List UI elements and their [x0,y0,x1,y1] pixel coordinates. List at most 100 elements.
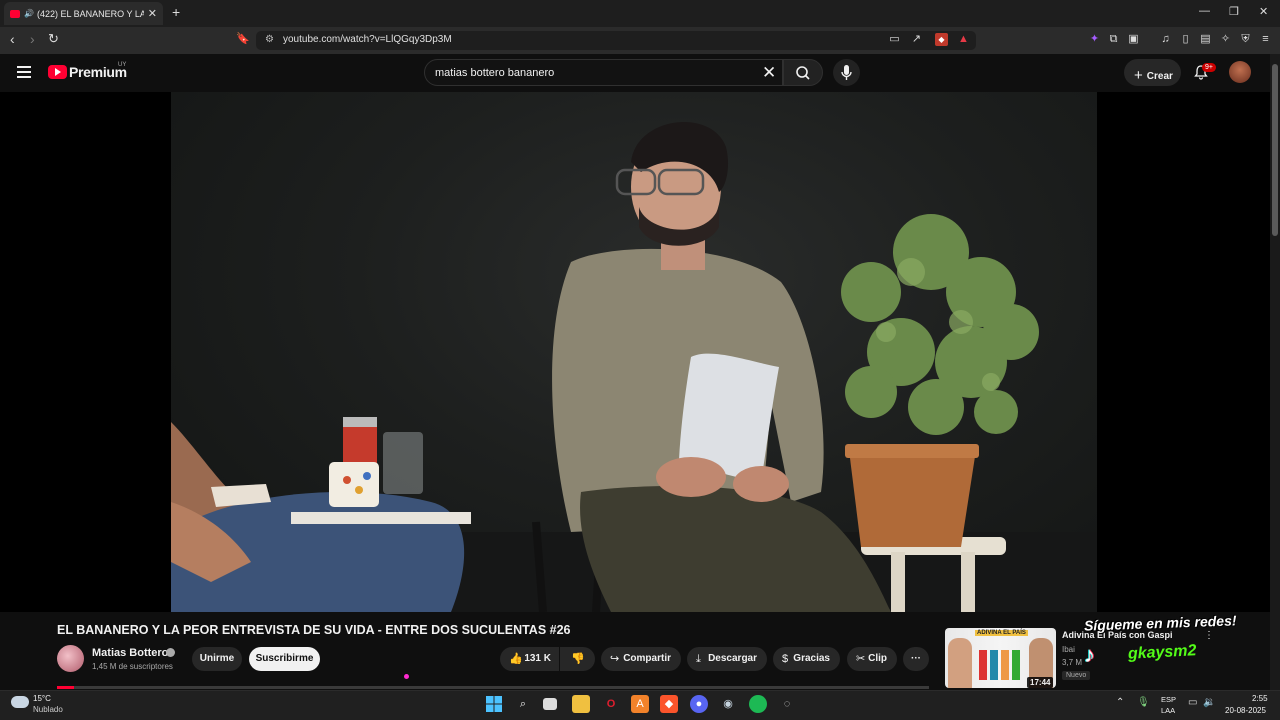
sidebar-icon[interactable]: ▯ [1179,33,1192,46]
input-layout[interactable]: LAA [1161,706,1175,715]
browser-tab[interactable]: 🔊 (422) EL BANANERO Y LA PE ✕ [4,2,163,25]
start-button[interactable] [485,695,503,713]
thumbs-up-icon: 👍 [509,653,523,665]
spotify-icon[interactable] [749,695,767,713]
microphone-icon [841,65,852,80]
search-taskbar-icon[interactable]: ⌕ [514,695,532,713]
country-code: UY [118,62,127,68]
share-page-icon[interactable]: ↗ [910,33,923,46]
verified-badge-icon [166,648,175,657]
share-label: Compartir [623,653,671,664]
create-label: Crear [1146,71,1173,82]
file-explorer-icon[interactable] [572,695,590,713]
youtube-logo-icon[interactable] [48,65,67,79]
dislike-button[interactable]: 👎 [560,647,595,671]
share-icon: ↪ [610,653,620,665]
reload-icon[interactable]: ↻ [48,31,59,47]
search-button[interactable] [783,59,823,86]
create-button[interactable]: + Crear [1124,59,1181,86]
thumbs-down-icon: 👎 [571,653,585,665]
extensions-icon[interactable]: ⧉ [1107,33,1120,46]
browser-menu-icon[interactable]: ≡ [1259,33,1272,46]
subscribe-button[interactable]: Suscribirme [249,647,320,671]
forward-icon[interactable]: › [30,31,35,47]
scrollbar-thumb[interactable] [1272,64,1278,236]
url-text: youtube.com/watch?v=LlQGqy3Dp3M [283,34,452,45]
bookmark-icon[interactable]: 🔖 [236,32,250,45]
weather-temperature[interactable]: 15°C [33,694,51,703]
tray-overflow-icon[interactable]: ⌃ [1116,697,1124,708]
recommendation-thumb-text: ADIVINA EL PAÍS [975,630,1028,636]
brave-icon[interactable]: ◆ [660,695,678,713]
download-label: Descargar [708,653,757,664]
account-avatar[interactable] [1229,61,1251,83]
vpn-icon[interactable]: ⛨ [1239,33,1252,46]
audio-icon: 🔊 [24,9,34,18]
channel-avatar[interactable] [57,645,84,672]
microphone-tray-icon[interactable]: 🎙 [1137,697,1150,708]
like-button[interactable]: 👍 131 K [500,647,559,671]
search-icon [796,66,810,80]
notification-count-badge: 9+ [1202,63,1216,72]
recommendation-channel: Ibai [1062,645,1075,654]
voice-search-button[interactable] [833,59,860,86]
video-frame[interactable] [171,92,1097,612]
media-icon[interactable]: ♫ [1159,33,1172,46]
url-field[interactable]: ⚙ youtube.com/watch?v=LlQGqy3Dp3M [256,31,976,50]
new-badge: Nuevo [1062,671,1091,680]
volume-icon[interactable]: 🔉 [1203,697,1215,708]
recommendation-duration: 17:44 [1027,677,1054,688]
brave-rewards-icon[interactable]: ▲ [957,33,970,46]
task-view-icon[interactable] [543,698,557,710]
maximize-icon[interactable]: ❐ [1229,5,1239,18]
close-window-icon[interactable]: ✕ [1259,5,1268,18]
clip-label: Clip [868,653,887,664]
screenshot-icon[interactable]: ▣ [1127,33,1140,46]
tiktok-logo-icon: ♪ [1084,642,1095,667]
thanks-button[interactable]: $ Gracias [773,647,840,671]
clock-date[interactable]: 20-08-2025 [1225,706,1266,715]
windows-logo-icon [486,696,502,712]
join-button[interactable]: Unirme [192,647,242,671]
guide-menu-icon[interactable] [17,66,31,78]
more-actions-button[interactable]: ··· [903,647,929,671]
minimize-icon[interactable]: — [1199,5,1210,17]
discord-icon[interactable]: ● [690,695,708,713]
download-icon: ⤓ [696,653,701,665]
recommendation-views: 3,7 M [1062,658,1083,667]
channel-name[interactable]: Matias Bottero [92,647,168,659]
search-input[interactable]: matias bottero bananero [424,59,783,86]
brave-shield-icon[interactable]: ◆ [935,33,948,46]
network-icon[interactable]: ▭ [1188,697,1197,708]
steam-icon[interactable]: ◉ [719,695,737,713]
subscriber-count: 1,45 M de suscriptores [92,662,173,671]
affinity-icon[interactable]: A [631,695,649,713]
recommendation-menu-icon[interactable]: ⋮ [1204,630,1214,641]
clock-time[interactable]: 2:55 [1252,694,1268,703]
clear-search-icon[interactable]: ✕ [762,63,776,83]
cloud-icon[interactable] [11,696,29,708]
input-language[interactable]: ESP [1161,695,1176,704]
progress-fill [57,686,75,689]
new-tab-button[interactable]: + [172,4,180,20]
cast-icon[interactable]: ▭ [888,33,901,46]
app-icon[interactable]: ◌ [778,695,796,713]
progress-track[interactable] [57,686,929,689]
kick-handle: gkaysm2 [1127,642,1197,663]
weather-condition[interactable]: Nublado [33,705,63,714]
share-button[interactable]: ↪ Compartir [601,647,681,671]
youtube-favicon-icon [10,9,20,18]
wallet-icon[interactable]: ▤ [1199,33,1212,46]
plus-icon: + [1134,67,1143,84]
clip-button[interactable]: ✂ Clip [847,647,897,671]
video-scene-image [171,121,1097,612]
back-icon[interactable]: ‹ [10,31,15,47]
tab-close-icon[interactable]: ✕ [148,7,157,20]
opera-icon[interactable]: O [602,695,620,713]
ai-icon[interactable]: ✧ [1219,33,1232,46]
tab-title: (422) EL BANANERO Y LA PE [36,8,144,19]
thanks-icon: $ [782,653,789,665]
leo-ai-icon[interactable]: ✦ [1088,33,1101,46]
site-info-icon[interactable]: ⚙ [265,34,274,45]
download-button[interactable]: ⤓ Descargar [687,647,767,671]
